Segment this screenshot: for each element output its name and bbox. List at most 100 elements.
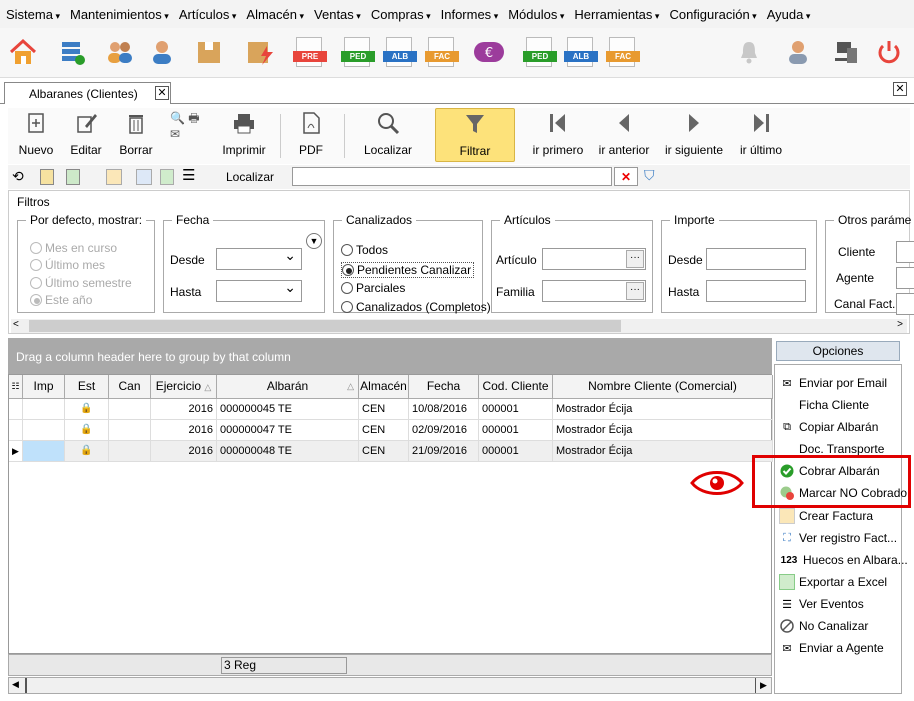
- option-huecos-en-albara[interactable]: 123 Huecos en Albara...: [779, 551, 908, 569]
- ir-anterior-button[interactable]: ir anterior: [594, 108, 654, 162]
- articulo-input[interactable]: ···: [542, 248, 646, 270]
- ir-primero-button[interactable]: ir primero: [528, 108, 588, 162]
- users-icon[interactable]: [103, 36, 137, 68]
- clear-filter-icon[interactable]: ⛉: [644, 167, 655, 184]
- radio-este-ano[interactable]: Este año: [30, 293, 92, 307]
- option-exportar-a-excel[interactable]: Exportar a Excel: [779, 573, 887, 591]
- tab-albaranes-clientes[interactable]: Albaranes (Clientes): [4, 82, 171, 104]
- scroll-left-icon[interactable]: ◀: [12, 679, 19, 690]
- fac-small-icon[interactable]: [106, 169, 122, 185]
- database-add-icon[interactable]: [55, 36, 89, 68]
- nuevo-button[interactable]: Nuevo: [14, 108, 58, 162]
- scroll-left-icon[interactable]: <: [13, 319, 19, 330]
- col-can[interactable]: Can: [109, 375, 151, 399]
- ir-ultimo-button[interactable]: ir último: [732, 108, 790, 162]
- search-input[interactable]: [292, 167, 612, 186]
- menu-modulos[interactable]: Módulos: [508, 7, 564, 22]
- option-enviar-por-email[interactable]: ✉ Enviar por Email: [779, 374, 887, 392]
- menu-almacen[interactable]: Almacén: [246, 7, 304, 22]
- radio-todos[interactable]: Todos: [341, 243, 388, 257]
- doc-fac-icon[interactable]: FAC: [424, 36, 459, 68]
- scroll-right-icon[interactable]: >: [897, 319, 903, 330]
- bell-icon[interactable]: [732, 36, 766, 68]
- pdf-button[interactable]: PDF: [288, 108, 334, 162]
- tab-close-icon[interactable]: ✕: [155, 86, 169, 100]
- filters-hscrollbar[interactable]: < >: [11, 319, 907, 333]
- scroll-thumb[interactable]: [29, 320, 621, 332]
- menu-informes[interactable]: Informes: [441, 7, 499, 22]
- copy-icon[interactable]: [40, 169, 54, 185]
- menu-compras[interactable]: Compras: [371, 7, 431, 22]
- col-est[interactable]: Est: [65, 375, 109, 399]
- export-icon[interactable]: [66, 169, 80, 185]
- clear-search-icon[interactable]: ✕: [614, 167, 638, 186]
- filtrar-button[interactable]: Filtrar: [435, 108, 515, 162]
- option-ficha-cliente[interactable]: Ficha Cliente: [779, 396, 869, 414]
- option-enviar-a-agente[interactable]: ✉ Enviar a Agente: [779, 639, 883, 657]
- doc-pre-icon[interactable]: PRE: [292, 36, 327, 68]
- download-alb-icon[interactable]: ALB: [563, 36, 598, 68]
- menu-sistema[interactable]: Sistema: [6, 7, 60, 22]
- agente-input[interactable]: [896, 267, 914, 289]
- option-copiar-albaran[interactable]: ⧉ Copiar Albarán: [779, 418, 878, 436]
- fecha-hasta-input[interactable]: [216, 279, 302, 302]
- imprimir-button[interactable]: Imprimir: [216, 108, 272, 162]
- radio-ultimo-mes[interactable]: Último mes: [30, 258, 105, 272]
- preview-email-group[interactable]: 🔍 🖶 ✉: [166, 110, 212, 164]
- familia-browse-button[interactable]: ···: [626, 282, 644, 300]
- date-dropdown-icon[interactable]: ▼: [306, 233, 322, 249]
- editar-button[interactable]: Editar: [64, 108, 108, 162]
- window-close-icon[interactable]: ✕: [893, 82, 907, 96]
- opciones-header[interactable]: Opciones: [776, 341, 900, 361]
- group-by-bar[interactable]: Drag a column header here to group by th…: [8, 338, 772, 374]
- box-icon[interactable]: [192, 36, 226, 68]
- option-ver-registro-fact[interactable]: ⛶ Ver registro Fact...: [779, 529, 897, 547]
- canal-fact-input[interactable]: [896, 293, 914, 315]
- option-ver-eventos[interactable]: ☰ Ver Eventos: [779, 595, 864, 613]
- col-imp[interactable]: Imp: [23, 375, 65, 399]
- articulo-browse-button[interactable]: ···: [626, 250, 644, 268]
- fecha-desde-input[interactable]: [216, 247, 302, 270]
- refresh-icon[interactable]: ⟲: [12, 168, 24, 185]
- doc-alb-icon[interactable]: ALB: [382, 36, 417, 68]
- col-ejercicio[interactable]: Ejercicio △: [151, 375, 217, 399]
- menu-articulos[interactable]: Artículos: [179, 7, 237, 22]
- excel-icon[interactable]: [160, 169, 174, 185]
- borrar-button[interactable]: Borrar: [114, 108, 158, 162]
- importe-hasta-input[interactable]: [706, 280, 806, 302]
- radio-ultimo-semestre[interactable]: Último semestre: [30, 276, 132, 290]
- radio-mes-en-curso[interactable]: Mes en curso: [30, 241, 117, 255]
- menu-ventas[interactable]: Ventas: [314, 7, 361, 22]
- ir-siguiente-button[interactable]: ir siguiente: [662, 108, 726, 162]
- box-lightning-icon[interactable]: [243, 36, 277, 68]
- menu-mantenimientos[interactable]: Mantenimientos: [70, 7, 169, 22]
- download-fac-icon[interactable]: FAC: [605, 36, 640, 68]
- col-fecha[interactable]: Fecha: [409, 375, 479, 399]
- euro-icon[interactable]: €: [472, 36, 506, 68]
- col-albaran[interactable]: Albarán △: [217, 375, 359, 399]
- option-crear-factura[interactable]: Crear Factura: [779, 507, 873, 525]
- col-almacen[interactable]: Almacén: [359, 375, 409, 399]
- cliente-input[interactable]: [896, 241, 914, 263]
- user-icon[interactable]: [145, 36, 179, 68]
- tree-icon[interactable]: [136, 169, 152, 185]
- menu-ayuda[interactable]: Ayuda: [767, 7, 811, 22]
- scroll-right-icon[interactable]: ▶: [755, 678, 771, 693]
- col-cod-cliente[interactable]: Cod. Cliente: [479, 375, 553, 399]
- scroll-thumb[interactable]: [25, 678, 27, 693]
- col-nombre-cliente[interactable]: Nombre Cliente (Comercial): [553, 375, 773, 399]
- menu-configuracion[interactable]: Configuración: [669, 7, 756, 22]
- familia-input[interactable]: ···: [542, 280, 646, 302]
- list-icon[interactable]: ☰: [182, 166, 195, 184]
- grid-hscrollbar[interactable]: ◀ ▶: [8, 677, 772, 694]
- home-icon[interactable]: [6, 36, 40, 68]
- radio-pendientes-canalizar[interactable]: Pendientes Canalizar: [341, 262, 475, 278]
- power-icon[interactable]: [872, 36, 906, 68]
- menu-herramientas[interactable]: Herramientas: [574, 7, 659, 22]
- support-agent-icon[interactable]: [781, 36, 815, 68]
- download-ped-icon[interactable]: PED: [522, 36, 557, 68]
- option-no-canalizar[interactable]: No Canalizar: [779, 617, 868, 635]
- localizar-button[interactable]: Localizar: [358, 108, 418, 162]
- doc-ped-icon[interactable]: PED: [340, 36, 375, 68]
- radio-parciales[interactable]: Parciales: [341, 281, 405, 295]
